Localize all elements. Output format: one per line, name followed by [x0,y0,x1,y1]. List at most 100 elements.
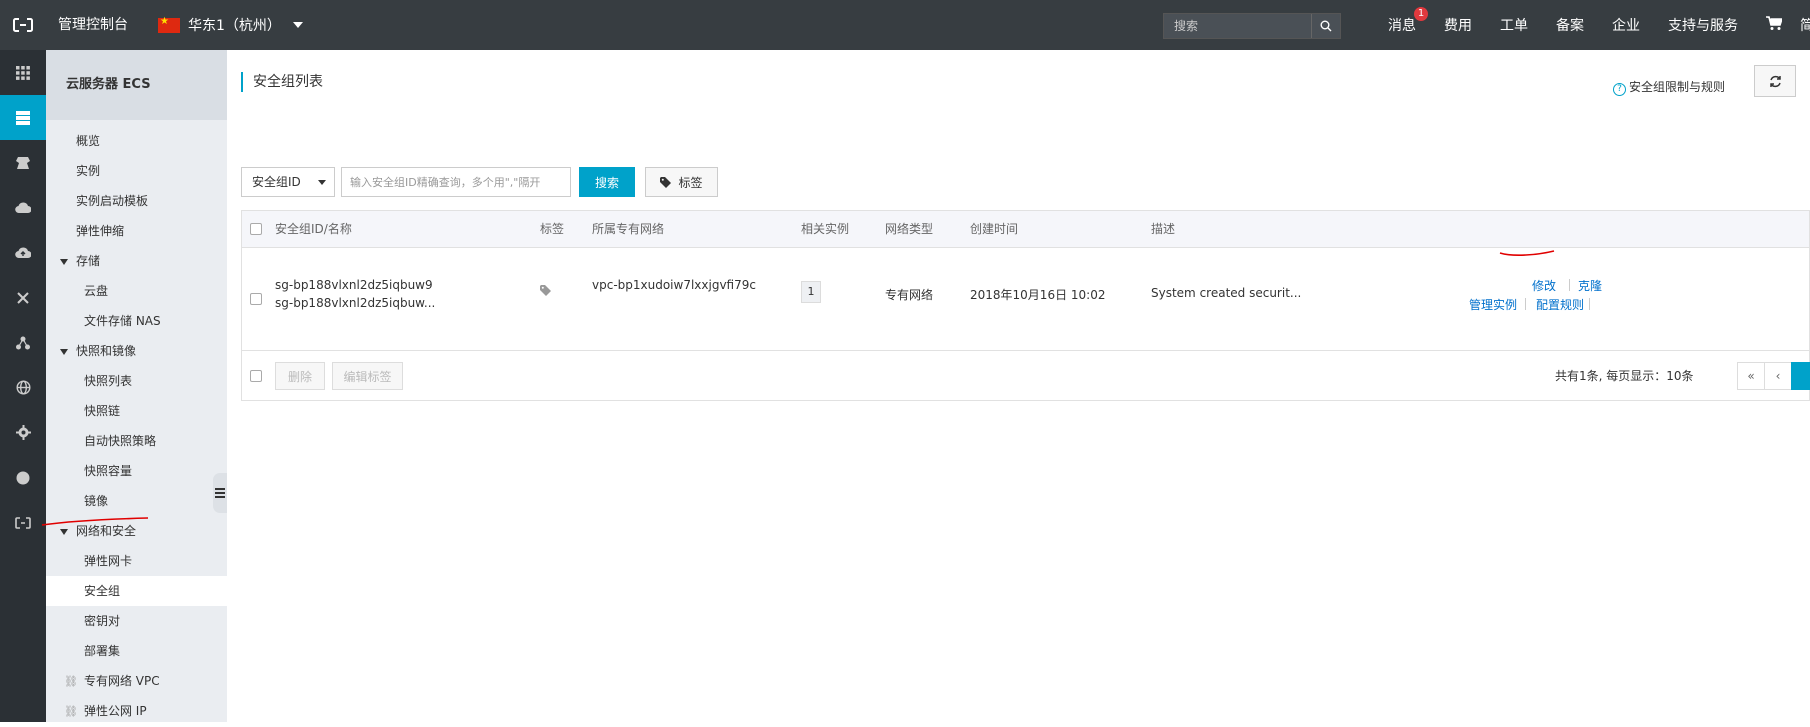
gear-icon[interactable] [0,410,46,455]
delete-button[interactable]: 删除 [275,362,325,390]
product-icon-rail [0,50,46,722]
sidebar-group-storage[interactable]: 存储 [46,246,227,276]
security-group-id[interactable]: sg-bp188vlxnl2dz5iqbuw9 [275,278,433,292]
sidebar-item-snapshot-chain[interactable]: 快照链 [46,396,227,426]
first-page-button[interactable]: « [1737,362,1765,390]
search-button[interactable]: 搜索 [579,167,635,197]
nav-language[interactable]: 简体 [1800,15,1810,35]
footer-select-all-checkbox[interactable] [250,370,262,382]
search-icon [1320,20,1332,32]
aliyun-logo-icon[interactable] [0,0,46,50]
network-type: 专有网络 [885,288,934,302]
sidebar-item-deployment-sets[interactable]: 部署集 [46,636,227,666]
edit-tags-button[interactable]: 编辑标签 [332,362,403,390]
filter-field-select[interactable]: 安全组ID [241,167,335,197]
sidebar-item-disks[interactable]: 云盘 [46,276,227,306]
chevron-down-icon [292,22,303,28]
ecs-sidebar: 云服务器 ECS 概览 实例 实例启动模板 弹性伸缩 存储 云盘 文件存储 NA… [46,50,227,722]
cart-icon[interactable] [1766,15,1784,35]
col-instances: 相关实例 [801,222,850,236]
search-button[interactable] [1311,14,1340,38]
nav-icp[interactable]: 备案 [1556,15,1584,35]
security-group-table: 安全组ID/名称 标签 所属专有网络 相关实例 网络类型 创建时间 描述 sg-… [241,210,1810,401]
created-time: 2018年10月16日 10:02 [970,288,1106,302]
sidebar-item-launch-templates[interactable]: 实例启动模板 [46,186,227,216]
pagination-info: 共有1条, 每页显示：10条 [1555,369,1694,383]
sidebar-item-instances[interactable]: 实例 [46,156,227,186]
help-icon: ? [1613,83,1626,96]
ecs-server-icon[interactable] [0,95,46,140]
nav-messages[interactable]: 消息 1 [1388,7,1428,35]
search-input[interactable] [1172,18,1316,34]
message-count-badge: 1 [1414,7,1428,21]
top-bar: 管理控制台 华东1（杭州） 消息1 费用 工单 备案 企业 支持与服务 简体 [0,0,1810,50]
link-icon: ⛓ [64,705,78,718]
sidebar-item-key-pairs[interactable]: 密钥对 [46,606,227,636]
sidebar-item-snapshot-list[interactable]: 快照列表 [46,366,227,396]
configure-rules-link[interactable]: 配置规则 [1536,296,1584,313]
col-description: 描述 [1151,222,1176,236]
nav-support[interactable]: 支持与服务 [1668,15,1738,35]
cloud-upload-icon[interactable] [0,230,46,275]
page-title: 安全组列表 [241,72,323,92]
region-label: 华东1（杭州） [188,18,281,34]
current-page-button[interactable] [1791,362,1810,390]
shield-icon[interactable] [0,140,46,185]
sidebar-title: 云服务器 ECS [46,50,227,120]
select-all-checkbox[interactable] [250,223,262,235]
console-title[interactable]: 管理控制台 [58,0,128,50]
prev-page-button[interactable]: ‹ [1764,362,1792,390]
region-selector[interactable]: 华东1（杭州） [158,0,303,50]
sidebar-item-auto-scaling[interactable]: 弹性伸缩 [46,216,227,246]
sidebar-collapse-handle[interactable] [213,473,227,513]
sidebar-item-overview[interactable]: 概览 [46,126,227,156]
vpc-id[interactable]: vpc-bp1xudoiw7lxxjgvfi79c [592,278,756,292]
sidebar-group-network-security[interactable]: 网络和安全 [46,516,227,546]
sidebar-group-snapshots-images[interactable]: 快照和镜像 [46,336,227,366]
instance-count[interactable]: 1 [801,281,821,303]
main-content: 安全组列表 ?安全组限制与规则 安全组ID 搜索 标签 安全组ID/名称 标签 … [227,50,1810,722]
sidebar-item-images[interactable]: 镜像 [46,486,227,516]
top-nav: 消息1 费用 工单 备案 企业 支持与服务 简体 [1388,0,1810,50]
table-footer: 删除 编辑标签 共有1条, 每页显示：10条 « ‹ [241,351,1810,401]
sidebar-item-nas[interactable]: 文件存储 NAS [46,306,227,336]
manage-instances-link[interactable]: 管理实例 [1469,296,1517,313]
col-tags: 标签 [540,222,565,236]
network-nodes-icon[interactable] [0,320,46,365]
cross-arrows-icon[interactable] [0,275,46,320]
help-link[interactable]: ? 安全组限制与规则 [1613,78,1725,96]
caret-down-icon [60,348,68,355]
sidebar-item-vpc[interactable]: ⛓ 专有网络 VPC [46,666,227,696]
row-checkbox[interactable] [250,293,262,305]
action-separator [1525,298,1526,310]
search-input[interactable] [341,167,571,197]
tag-icon[interactable] [540,285,553,299]
sidebar-item-security-groups[interactable]: 安全组 [46,576,227,606]
refresh-button[interactable] [1754,65,1796,97]
clone-link[interactable]: 克隆 [1578,277,1602,294]
nav-tickets[interactable]: 工单 [1500,15,1528,35]
grid-icon[interactable] [0,50,46,95]
cloud-icon[interactable] [0,185,46,230]
nav-billing[interactable]: 费用 [1444,15,1472,35]
globe-icon[interactable] [0,365,46,410]
sidebar-item-snapshot-capacity[interactable]: 快照容量 [46,456,227,486]
tag-filter-button[interactable]: 标签 [645,167,718,197]
action-separator [1589,298,1590,310]
security-group-name: sg-bp188vlxnl2dz5iqbuw... [275,296,436,310]
caret-down-icon [318,180,326,185]
modify-link[interactable]: 修改 [1532,277,1556,294]
china-flag-icon [158,16,180,33]
sidebar-item-eni[interactable]: 弹性网卡 [46,546,227,576]
menu-icon [215,488,225,498]
refresh-icon [1769,75,1781,87]
link-icon: ⛓ [64,675,78,688]
aliyun-mark-icon[interactable] [0,500,46,545]
action-separator [1569,279,1570,291]
circle-icon[interactable] [0,455,46,500]
nav-enterprise[interactable]: 企业 [1612,15,1640,35]
col-vpc: 所属专有网络 [592,222,665,236]
col-created: 创建时间 [970,222,1019,236]
sidebar-item-auto-snapshot-policy[interactable]: 自动快照策略 [46,426,227,456]
col-network-type: 网络类型 [885,222,934,236]
